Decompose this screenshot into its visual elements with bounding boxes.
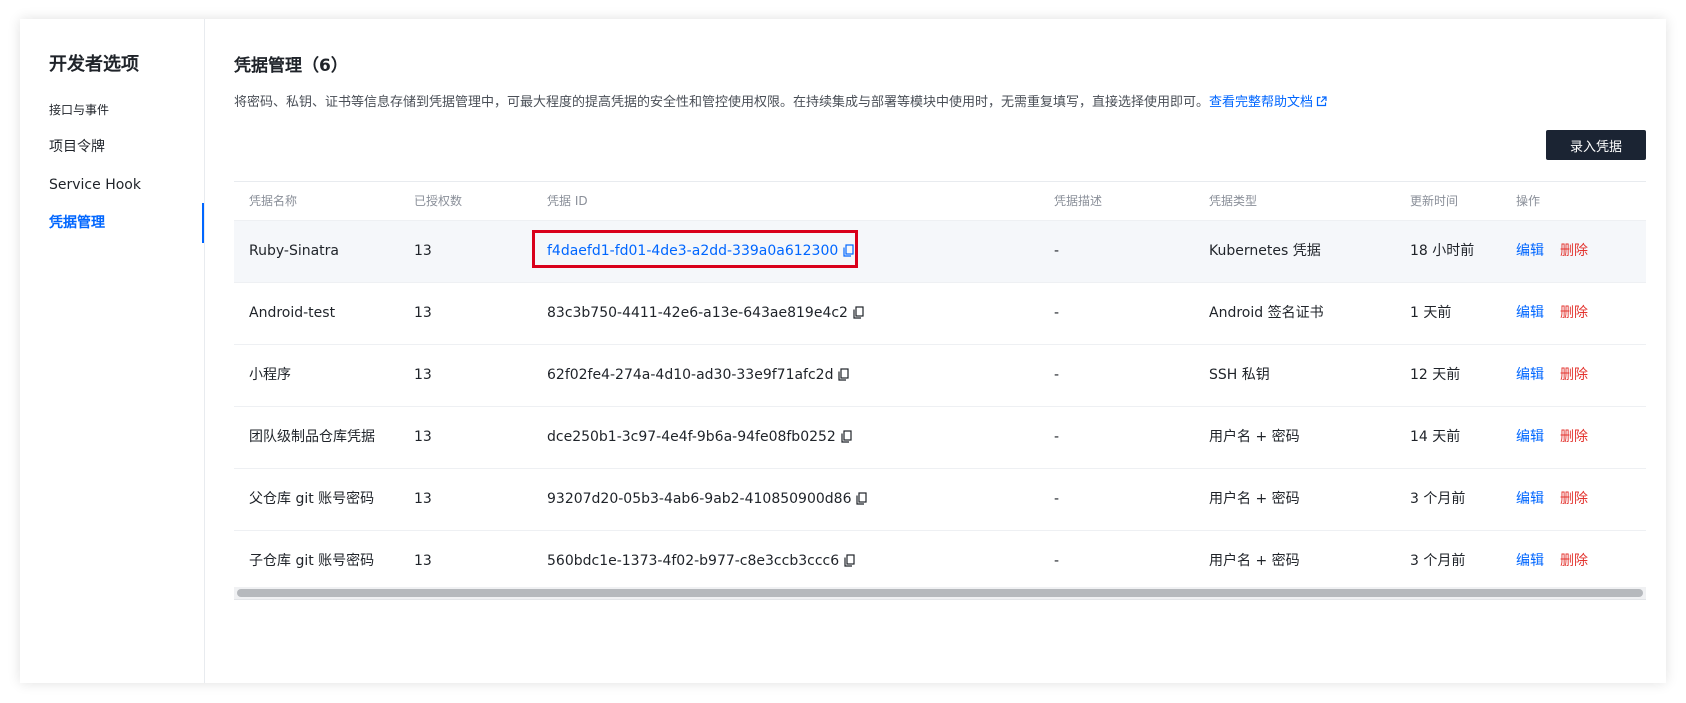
cell-count: 13 [414,553,432,569]
cell-actions: 编辑 删除 [1516,283,1588,344]
main-content: 凭据管理（6） 将密码、私钥、证书等信息存储到凭据管理中，可最大程度的提高凭据的… [205,19,1666,683]
cell-actions: 编辑 删除 [1516,531,1588,592]
cell-description: - [1054,553,1060,569]
delete-link[interactable]: 删除 [1560,243,1588,259]
delete-link[interactable]: 删除 [1560,429,1588,445]
cell-updated: 12 天前 [1410,367,1461,383]
credential-id-text[interactable]: 62f02fe4-274a-4d10-ad30-33e9f71afc2d [547,367,833,383]
credentials-table: 凭据名称 已授权数 凭据 ID 凭据描述 凭据类型 更新时间 操作 Ruby-S… [234,181,1646,592]
delete-link[interactable]: 删除 [1560,367,1588,383]
edit-link[interactable]: 编辑 [1516,243,1544,259]
table-header: 凭据名称 已授权数 凭据 ID 凭据描述 凭据类型 更新时间 操作 [234,182,1646,220]
copy-icon[interactable] [853,285,864,346]
column-header-actions: 操作 [1516,194,1541,208]
column-header-authorized-count: 已授权数 [414,194,463,208]
cell-count: 13 [414,367,432,383]
cell-count: 13 [414,491,432,507]
cell-credential-id: dce250b1-3c97-4e4f-9b6a-94fe08fb0252 [547,407,852,468]
cell-description: - [1054,491,1060,507]
cell-type: Kubernetes 凭据 [1209,243,1321,259]
cell-count: 13 [414,429,432,445]
copy-icon[interactable] [838,347,850,408]
highlight-box [532,230,858,268]
help-doc-link[interactable]: 查看完整帮助文档 [1209,95,1327,110]
external-link-icon[interactable] [1316,96,1327,111]
table-row[interactable]: Android-test 13 83c3b750-4411-42e6-a13e-… [234,282,1646,344]
cell-credential-id: 560bdc1e-1373-4f02-b977-c8e3ccb3ccc6 [547,531,855,592]
cell-description: - [1054,243,1060,259]
credential-id-text[interactable]: 560bdc1e-1373-4f02-b977-c8e3ccb3ccc6 [547,553,839,569]
cell-name: 父仓库 git 账号密码 [249,491,375,507]
cell-actions: 编辑 删除 [1516,469,1588,530]
sidebar: 开发者选项 接口与事件 项目令牌 Service Hook 凭据管理 [20,19,205,683]
cell-type: 用户名 + 密码 [1209,553,1300,569]
table-row[interactable]: 父仓库 git 账号密码 13 93207d20-05b3-4ab6-9ab2-… [234,468,1646,530]
edit-link[interactable]: 编辑 [1516,367,1544,383]
cell-actions: 编辑 删除 [1516,407,1588,468]
sidebar-title: 开发者选项 [49,54,139,75]
cell-type: 用户名 + 密码 [1209,491,1300,507]
edit-link[interactable]: 编辑 [1516,305,1544,321]
cell-count: 13 [414,243,432,259]
cell-type: 用户名 + 密码 [1209,429,1300,445]
copy-icon[interactable] [856,471,868,532]
edit-link[interactable]: 编辑 [1516,491,1544,507]
cell-updated: 14 天前 [1410,429,1461,445]
cell-name: 子仓库 git 账号密码 [249,553,375,569]
column-header-description: 凭据描述 [1054,194,1103,208]
cell-name: Android-test [249,305,336,321]
column-header-type: 凭据类型 [1209,194,1258,208]
delete-link[interactable]: 删除 [1560,491,1588,507]
column-header-credential-id: 凭据 ID [547,194,588,208]
cell-name: 小程序 [249,367,291,383]
scrollbar-thumb[interactable] [237,589,1643,597]
sidebar-item-credentials[interactable]: 凭据管理 [20,203,204,243]
credential-id-text[interactable]: 93207d20-05b3-4ab6-9ab2-410850900d86 [547,491,851,507]
sidebar-item-project-tokens[interactable]: 项目令牌 [20,127,204,167]
cell-name: 团队级制品仓库凭据 [249,429,375,445]
sidebar-item-api-events[interactable]: 接口与事件 [20,90,204,130]
cell-name: Ruby-Sinatra [249,243,340,259]
table-row[interactable]: 团队级制品仓库凭据 13 dce250b1-3c97-4e4f-9b6a-94f… [234,406,1646,468]
copy-icon[interactable] [841,409,852,470]
cell-updated: 1 天前 [1410,305,1452,321]
cell-updated: 18 小时前 [1410,243,1475,259]
table-row[interactable]: 子仓库 git 账号密码 13 560bdc1e-1373-4f02-b977-… [234,530,1646,592]
cell-credential-id: 93207d20-05b3-4ab6-9ab2-410850900d86 [547,469,868,532]
cell-description: - [1054,305,1060,321]
cell-type: SSH 私钥 [1209,367,1270,383]
cell-description: - [1054,429,1060,445]
delete-link[interactable]: 删除 [1560,305,1588,321]
cell-actions: 编辑 删除 [1516,221,1588,282]
column-header-updated: 更新时间 [1410,194,1459,208]
credential-id-text[interactable]: dce250b1-3c97-4e4f-9b6a-94fe08fb0252 [547,429,836,445]
description-text: 将密码、私钥、证书等信息存储到凭据管理中，可最大程度的提高凭据的安全性和管控使用… [234,95,1210,110]
cell-updated: 3 个月前 [1410,491,1466,507]
table-row[interactable]: 小程序 13 62f02fe4-274a-4d10-ad30-33e9f71af… [234,344,1646,406]
page-description: 将密码、私钥、证书等信息存储到凭据管理中，可最大程度的提高凭据的安全性和管控使用… [234,91,1327,111]
credential-id-text[interactable]: 83c3b750-4411-42e6-a13e-643ae819e4c2 [547,305,848,321]
cell-type: Android 签名证书 [1209,305,1324,321]
table-row[interactable]: Ruby-Sinatra 13 f4daefd1-fd01-4de3-a2dd-… [234,220,1646,282]
cell-updated: 3 个月前 [1410,553,1466,569]
delete-link[interactable]: 删除 [1560,553,1588,569]
horizontal-scrollbar[interactable] [234,587,1646,600]
cell-count: 13 [414,305,432,321]
cell-actions: 编辑 删除 [1516,345,1588,406]
cell-credential-id: 62f02fe4-274a-4d10-ad30-33e9f71afc2d [547,345,850,408]
developer-options-panel: 开发者选项 接口与事件 项目令牌 Service Hook 凭据管理 凭据管理（… [20,19,1666,683]
add-credential-button[interactable]: 录入凭据 [1546,130,1646,160]
edit-link[interactable]: 编辑 [1516,429,1544,445]
cell-description: - [1054,367,1060,383]
sidebar-item-service-hook[interactable]: Service Hook [20,165,204,205]
help-doc-link-label[interactable]: 查看完整帮助文档 [1209,95,1313,110]
cell-credential-id: 83c3b750-4411-42e6-a13e-643ae819e4c2 [547,283,864,344]
page-title: 凭据管理（6） [234,56,348,76]
copy-icon[interactable] [844,533,855,594]
edit-link[interactable]: 编辑 [1516,553,1544,569]
column-header-name: 凭据名称 [249,194,298,208]
